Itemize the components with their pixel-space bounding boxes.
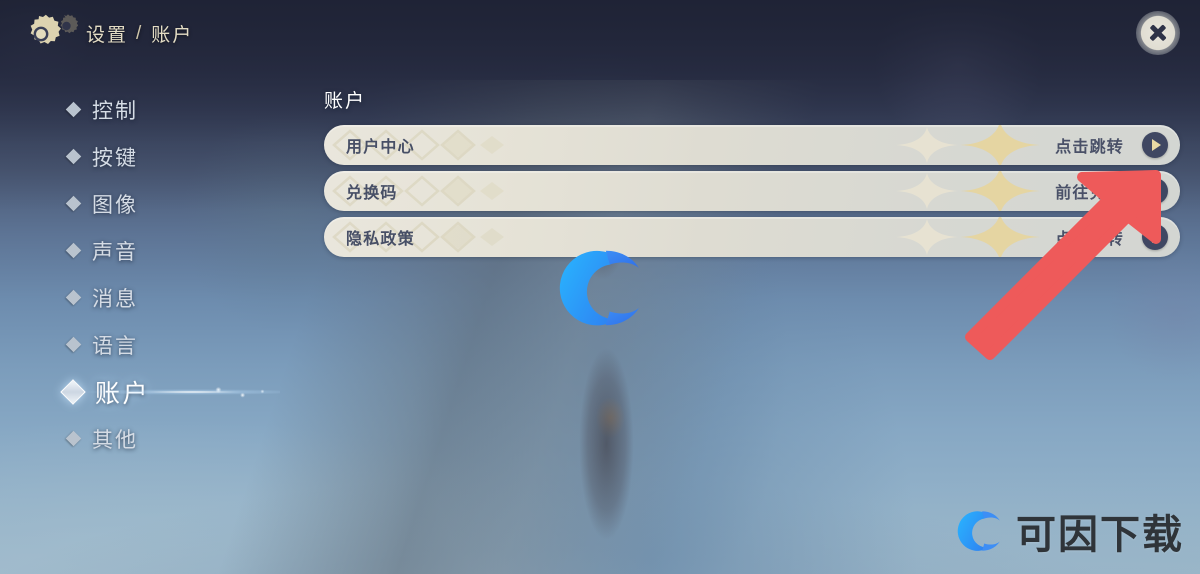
account-settings-panel: 账户 用户中心 点击跳转 兑换码 前往兑换 隐私政策 点击跳转 bbox=[324, 86, 1184, 263]
diamond-bullet-icon bbox=[60, 378, 86, 405]
diamond-bullet-icon bbox=[65, 195, 82, 212]
close-icon bbox=[1148, 23, 1168, 43]
sidebar-item-label: 声音 bbox=[92, 240, 138, 264]
sidebar-item-label: 其他 bbox=[92, 428, 138, 452]
settings-row-privacy-policy[interactable]: 隐私政策 点击跳转 bbox=[324, 217, 1180, 257]
settings-row-user-center[interactable]: 用户中心 点击跳转 bbox=[324, 125, 1180, 165]
settings-row-redeem-code[interactable]: 兑换码 前往兑换 bbox=[324, 171, 1180, 211]
sidebar-item-messages[interactable]: 消息 bbox=[0, 274, 280, 321]
settings-sidebar: 控制 按键 图像 声音 消息 语言 账户 其他 bbox=[0, 86, 280, 462]
sidebar-item-label: 账户 bbox=[95, 379, 151, 408]
settings-row-label: 隐私政策 bbox=[346, 231, 415, 248]
settings-row-action: 前往兑换 bbox=[1055, 185, 1124, 202]
sidebar-item-audio[interactable]: 声音 bbox=[0, 227, 280, 274]
sidebar-item-label: 图像 bbox=[92, 193, 138, 217]
settings-row-label: 用户中心 bbox=[346, 139, 415, 156]
diamond-bullet-icon bbox=[65, 148, 82, 165]
sparkle-decoration bbox=[840, 217, 1060, 257]
sidebar-item-language[interactable]: 语言 bbox=[0, 321, 280, 368]
sidebar-item-label: 按键 bbox=[92, 146, 138, 170]
breadcrumb-current: 账户 bbox=[151, 25, 194, 46]
breadcrumb: 设置 / 账户 bbox=[86, 20, 193, 47]
page-title: 账户 bbox=[324, 91, 367, 112]
settings-row-action: 点击跳转 bbox=[1055, 139, 1124, 156]
chevron-right-icon[interactable] bbox=[1142, 224, 1168, 250]
breadcrumb-separator: / bbox=[136, 22, 144, 44]
diamond-bullet-icon bbox=[65, 101, 82, 118]
sparkle-decoration bbox=[840, 171, 1060, 211]
sidebar-item-other[interactable]: 其他 bbox=[0, 415, 280, 462]
settings-row-action: 点击跳转 bbox=[1055, 231, 1124, 248]
settings-row-label: 兑换码 bbox=[346, 185, 398, 202]
settings-header: 设置 / 账户 bbox=[0, 0, 1200, 70]
sidebar-item-graphics[interactable]: 图像 bbox=[0, 180, 280, 227]
diamond-bullet-icon bbox=[65, 289, 82, 306]
sidebar-item-control[interactable]: 控制 bbox=[0, 86, 280, 133]
chevron-right-icon[interactable] bbox=[1142, 132, 1168, 158]
breadcrumb-root[interactable]: 设置 bbox=[86, 20, 128, 47]
sidebar-item-keybinds[interactable]: 按键 bbox=[0, 133, 280, 180]
sidebar-item-label: 控制 bbox=[92, 99, 138, 123]
diamond-bullet-icon bbox=[65, 430, 82, 447]
diamond-bullet-icon bbox=[65, 336, 82, 353]
sidebar-item-label: 语言 bbox=[92, 334, 138, 358]
sidebar-item-account[interactable]: 账户 bbox=[0, 368, 280, 415]
close-button[interactable] bbox=[1136, 11, 1180, 55]
sidebar-item-label: 消息 bbox=[92, 287, 138, 311]
active-glow-effect bbox=[60, 378, 280, 405]
sparkle-decoration bbox=[840, 125, 1060, 165]
gear-icon bbox=[16, 9, 79, 57]
diamond-bullet-icon bbox=[65, 242, 82, 259]
chevron-right-icon[interactable] bbox=[1142, 178, 1168, 204]
